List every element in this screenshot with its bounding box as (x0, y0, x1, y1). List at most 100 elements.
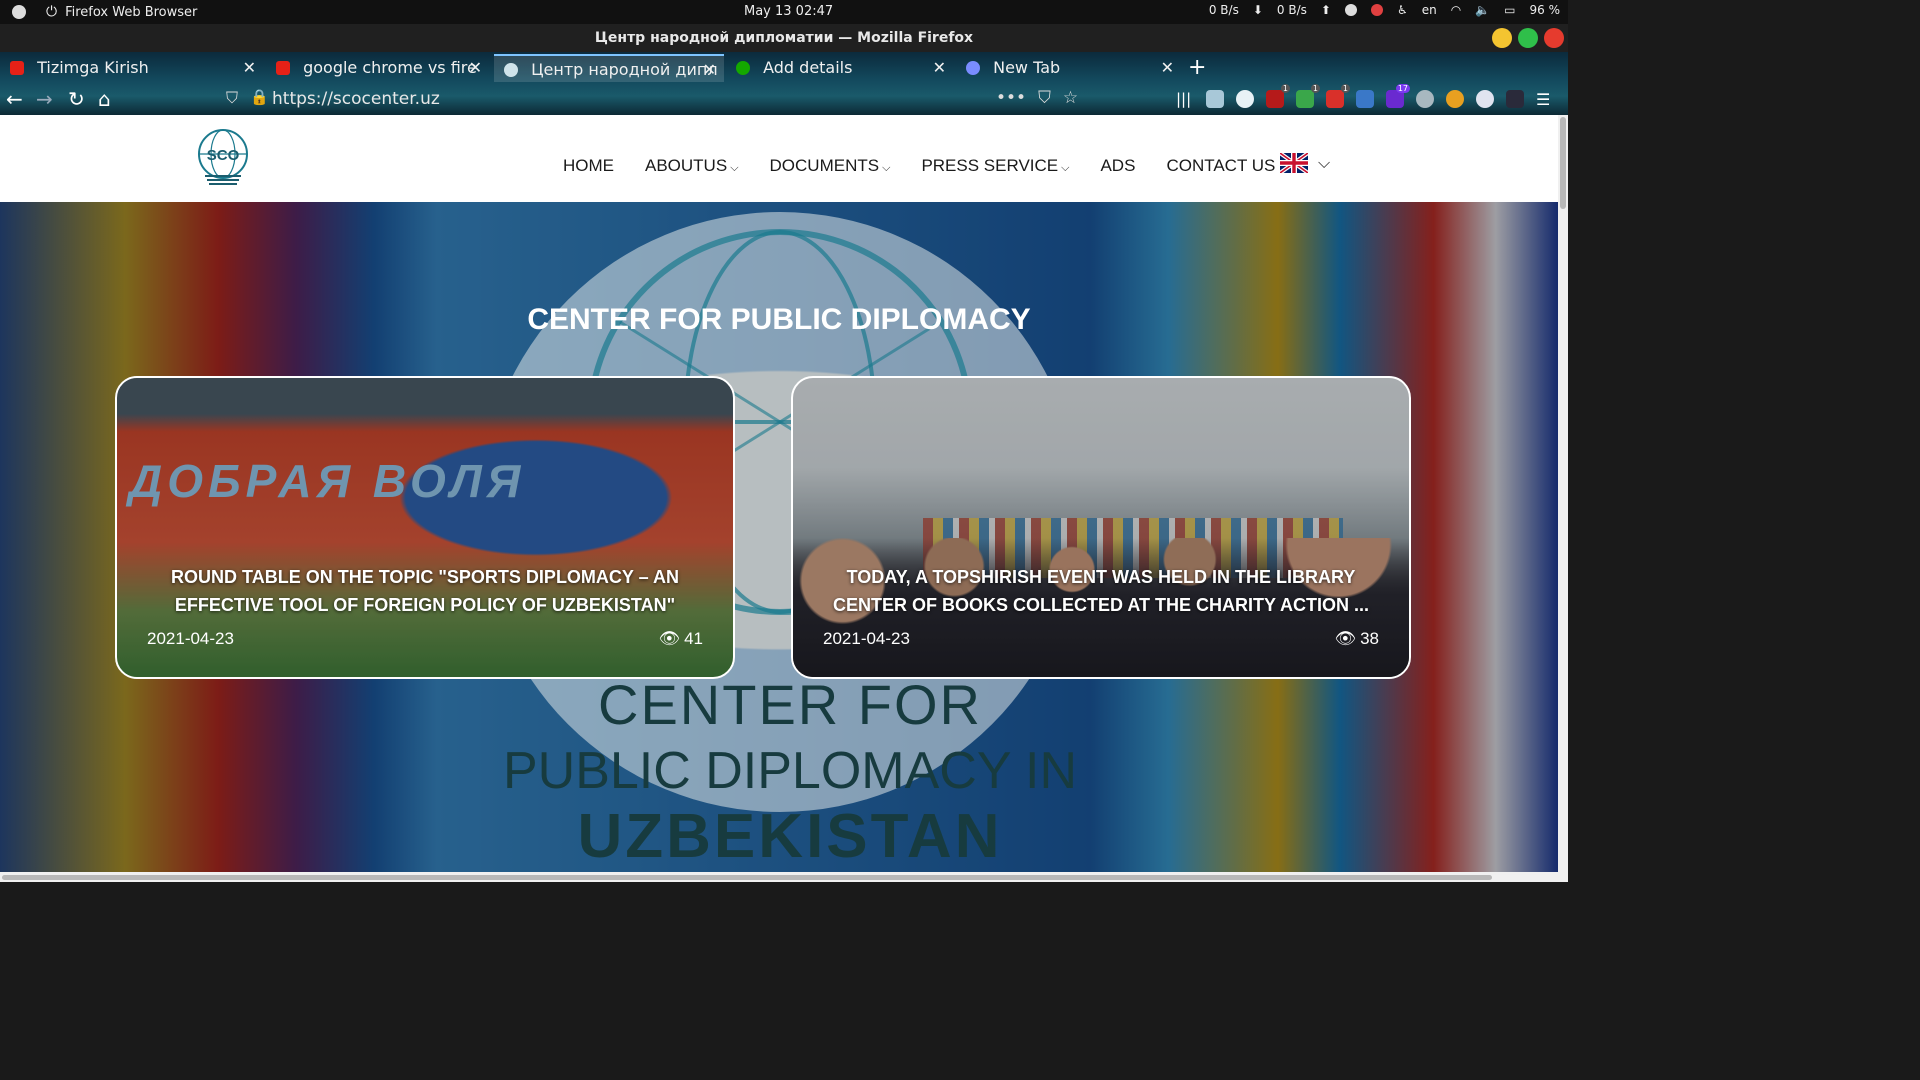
chevron-down-icon: ⌵ (730, 162, 739, 174)
menu-ads[interactable]: ADS (1100, 156, 1135, 176)
menu-label: HOME (563, 156, 614, 175)
web-page: SCO HOME ABOUTUS ⌵ DOCUMENTS ⌵ PRESS SERVI… (0, 115, 1558, 872)
maximize-button[interactable] (1518, 28, 1538, 48)
main-menu: HOME ABOUTUS ⌵ DOCUMENTS ⌵ PRESS SERVICE ⌵ … (563, 156, 1306, 176)
lock-ext-icon[interactable]: 1 (1326, 84, 1350, 108)
view-count: 38 (1360, 629, 1379, 648)
site-header: SCO HOME ABOUTUS ⌵ DOCUMENTS ⌵ PRESS SERVI… (0, 115, 1558, 202)
vertical-scrollbar[interactable] (1558, 115, 1568, 872)
close-tab-icon[interactable]: ✕ (243, 54, 256, 82)
new-tab-button[interactable]: + (1188, 54, 1206, 82)
library-icon[interactable]: ||| (1176, 90, 1194, 108)
reload-icon[interactable]: ↻ (68, 87, 85, 111)
scrollbar-thumb[interactable] (1560, 117, 1566, 209)
battery-icon[interactable]: ▭ (1504, 3, 1515, 17)
t-icon[interactable] (1506, 90, 1524, 108)
menu-contact-us[interactable]: CONTACT US (1166, 156, 1275, 176)
view-count: 41 (684, 629, 703, 648)
badge: 1 (1280, 84, 1290, 93)
pocket-icon[interactable]: ⛉ (1038, 88, 1051, 108)
tab-label: google chrome vs fire (303, 58, 477, 77)
card-views: 👁 38 (1334, 629, 1379, 649)
accessibility-icon[interactable]: ♿ (1397, 3, 1408, 17)
apple-menu-icon[interactable] (12, 5, 26, 19)
menu-label: ADS (1100, 156, 1136, 175)
card-date: 2021-04-23 (823, 629, 910, 648)
net-down-speed: 0 B/s (1208, 3, 1239, 17)
tab-strip: Tizimga Kirish ✕ google chrome vs fire ✕… (0, 52, 1568, 82)
scrollbar-thumb[interactable] (2, 875, 1492, 880)
purple-ext-icon[interactable]: 17 (1386, 84, 1410, 108)
window-controls (1492, 28, 1564, 48)
bookmark-star-icon[interactable]: ☆ (1063, 88, 1078, 108)
wifi-icon[interactable]: ◠ (1451, 3, 1461, 17)
chrome-tray-icon[interactable] (1370, 4, 1383, 16)
url-text[interactable]: https://scocenter.uz (272, 89, 440, 109)
check-icon[interactable]: 1 (1296, 84, 1320, 108)
menu-icon[interactable]: ☰ (1536, 90, 1554, 109)
ublock-icon[interactable]: 1 (1266, 84, 1290, 108)
home-icon[interactable]: ⌂ (98, 87, 111, 111)
reader-icon[interactable] (1206, 90, 1224, 108)
tab-tizimga-kirish[interactable]: Tizimga Kirish ✕ (0, 54, 264, 82)
firefox-app-icon: ⏻ (46, 4, 58, 20)
card-views: 👁 41 (658, 629, 703, 649)
active-app-name[interactable]: Firefox Web Browser (65, 5, 197, 20)
card-title[interactable]: TODAY, A TOPSHIRISH EVENT WAS HELD IN TH… (817, 563, 1385, 619)
chevron-down-icon: ⌵ (1061, 162, 1070, 174)
menu-documents[interactable]: DOCUMENTS ⌵ (770, 156, 891, 176)
arrow-up-icon: ⬆ (1320, 3, 1331, 17)
sco-logo[interactable]: SCO (196, 129, 250, 187)
close-window-button[interactable] (1544, 28, 1564, 48)
volume-icon[interactable]: 🔈 (1475, 3, 1490, 17)
battery-level[interactable]: 96 % (1530, 3, 1561, 17)
close-tab-icon[interactable]: ✕ (933, 54, 946, 82)
card-title[interactable]: ROUND TABLE ON THE TOPIC "SPORTS DIPLOMA… (141, 563, 709, 619)
tab-label: Tizimga Kirish (37, 58, 149, 77)
menu-press-service[interactable]: PRESS SERVICE ⌵ (921, 156, 1069, 176)
browser-toolbar: Tizimga Kirish ✕ google chrome vs fire ✕… (0, 52, 1568, 115)
fi-icon[interactable] (1356, 90, 1374, 108)
horizontal-scrollbar[interactable] (0, 872, 1568, 882)
system-tray: 0 B/s ⬇ 0 B/s ⬆ ♿ en ◠ 🔈 ▭ 96 % (1209, 3, 1560, 17)
circle-icon[interactable] (1476, 90, 1494, 108)
clock[interactable]: May 13 02:47 (744, 4, 833, 19)
tab-google-chrome-vs-firefox[interactable]: google chrome vs fire ✕ (266, 54, 490, 82)
logo-text: SCO (207, 147, 240, 164)
close-tab-icon[interactable]: ✕ (703, 56, 716, 82)
tracking-shield-icon[interactable]: ⛉ (226, 88, 238, 108)
news-card[interactable]: TODAY, A TOPSHIRISH EVENT WAS HELD IN TH… (791, 376, 1411, 679)
news-card[interactable]: ДОБРАЯ ВОЛЯ ROUND TABLE ON THE TOPIC "SP… (115, 376, 735, 679)
hero-title: CENTER FOR PUBLIC DIPLOMACY (527, 303, 1031, 336)
tab-add-details[interactable]: Add details ✕ (726, 54, 954, 82)
youtube-icon (276, 61, 290, 75)
tab-label: New Tab (993, 58, 1061, 77)
forward-arrow-icon[interactable]: → (36, 87, 53, 111)
menu-aboutus[interactable]: ABOUTUS ⌵ (645, 156, 739, 176)
more-actions-icon[interactable]: ••• (996, 88, 1026, 108)
lock-icon[interactable]: 🔒 (250, 88, 269, 106)
menu-home[interactable]: HOME (563, 156, 614, 176)
menu-label: CONTACT US (1166, 156, 1276, 175)
L-icon[interactable] (1236, 90, 1254, 108)
tab-new-tab[interactable]: New Tab ✕ (956, 54, 1182, 82)
record-icon[interactable] (1344, 4, 1357, 16)
youtube-icon (10, 61, 24, 75)
close-tab-icon[interactable]: ✕ (1161, 54, 1174, 82)
globe-icon[interactable] (1416, 90, 1434, 108)
window-title-bar: Центр народной дипломатии — Mozilla Fire… (0, 24, 1568, 52)
minimize-button[interactable] (1492, 28, 1512, 48)
back-arrow-icon[interactable]: ← (6, 87, 23, 111)
upwork-icon (736, 61, 750, 75)
emblem-line: UZBEKISTAN (577, 802, 1003, 871)
chevron-down-icon: ⌵ (882, 162, 891, 174)
language-switcher[interactable]: ⌵ (1280, 153, 1330, 173)
address-bar[interactable]: ⛉ 🔒 https://scocenter.uz ••• ⛉ ☆ (220, 86, 1080, 112)
color-icon[interactable] (1446, 90, 1464, 108)
emblem-line: PUBLIC DIPLOMACY IN (502, 742, 1078, 800)
close-tab-icon[interactable]: ✕ (469, 54, 482, 82)
tab-label: Add details (763, 58, 853, 77)
tab-sco-center[interactable]: Центр народной дипл ✕ (494, 54, 724, 82)
keyboard-language[interactable]: en (1422, 3, 1437, 17)
net-up-speed: 0 B/s (1276, 3, 1307, 17)
